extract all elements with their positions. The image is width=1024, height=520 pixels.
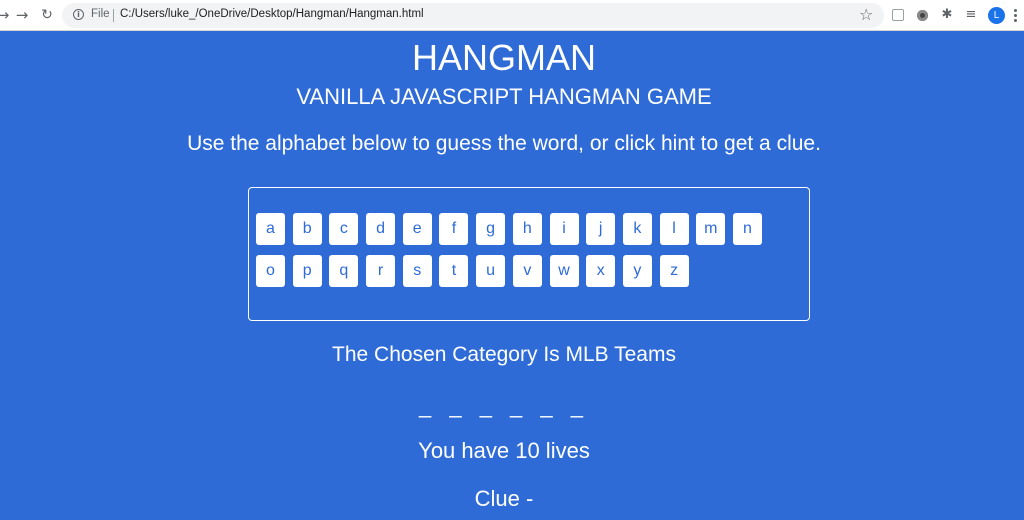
letter-key-l[interactable]: l — [659, 213, 689, 245]
alphabet-keyboard: abcdefghijklmn opqrstuvwxyz — [248, 187, 810, 321]
letter-key-e[interactable]: e — [402, 213, 432, 245]
bookmark-star-icon[interactable]: ☆ — [859, 5, 873, 24]
letter-key-x[interactable]: x — [586, 255, 616, 287]
reload-icon[interactable]: ↻ — [38, 6, 56, 24]
url-separator — [113, 9, 114, 22]
puzzle-icon[interactable]: ✱ — [939, 7, 955, 23]
letter-key-u[interactable]: u — [476, 255, 506, 287]
category-text: The Chosen Category Is MLB Teams — [332, 343, 676, 366]
letter-key-b[interactable]: b — [292, 213, 322, 245]
word-blanks: _ _ _ _ _ _ — [419, 393, 589, 418]
letter-key-w[interactable]: w — [549, 255, 579, 287]
back-arrow-icon[interactable]: → — [0, 6, 12, 24]
letter-key-o[interactable]: o — [256, 255, 285, 287]
clue-text: Clue - — [474, 486, 534, 511]
letter-key-i[interactable]: i — [549, 213, 579, 245]
profile-avatar[interactable]: L — [988, 7, 1005, 24]
letter-key-z[interactable]: z — [659, 255, 689, 287]
letter-key-j[interactable]: j — [586, 213, 616, 245]
letter-key-h[interactable]: h — [512, 213, 542, 245]
kebab-menu-icon[interactable] — [1014, 9, 1017, 22]
letter-key-f[interactable]: f — [439, 213, 469, 245]
browser-toolbar: → → ↻ i File C:/Users/luke_/OneDrive/Des… — [0, 0, 1024, 31]
letter-key-m[interactable]: m — [696, 213, 726, 245]
playlist-icon[interactable]: ≡ — [963, 7, 979, 23]
url-scheme-label: File — [91, 8, 110, 20]
forward-arrow-icon[interactable]: → — [13, 6, 31, 24]
letter-key-p[interactable]: p — [292, 255, 322, 287]
letter-key-y[interactable]: y — [622, 255, 652, 287]
alphabet-row-1: abcdefghijklmn — [256, 213, 770, 245]
page-title: HANGMAN — [411, 37, 596, 78]
info-icon[interactable]: i — [73, 9, 84, 20]
letter-key-q[interactable]: q — [329, 255, 359, 287]
address-bar[interactable]: i File C:/Users/luke_/OneDrive/Desktop/H… — [62, 3, 884, 28]
media-icon[interactable] — [917, 10, 928, 21]
extension-icon[interactable] — [892, 9, 904, 21]
letter-key-k[interactable]: k — [622, 213, 652, 245]
alphabet-row-2: opqrstuvwxyz — [256, 255, 696, 287]
letter-key-n[interactable]: n — [732, 213, 762, 245]
letter-key-r[interactable]: r — [366, 255, 396, 287]
letter-key-a[interactable]: a — [256, 213, 285, 245]
letter-key-g[interactable]: g — [476, 213, 506, 245]
letter-key-c[interactable]: c — [329, 213, 359, 245]
page-subtitle: VANILLA JAVASCRIPT HANGMAN GAME — [296, 84, 712, 109]
page-content: HANGMAN VANILLA JAVASCRIPT HANGMAN GAME … — [0, 31, 1024, 520]
letter-key-s[interactable]: s — [402, 255, 432, 287]
lives-counter: You have 10 lives — [418, 438, 590, 463]
url-text[interactable]: C:/Users/luke_/OneDrive/Desktop/Hangman/… — [120, 8, 424, 20]
letter-key-t[interactable]: t — [439, 255, 469, 287]
letter-key-v[interactable]: v — [512, 255, 542, 287]
letter-key-d[interactable]: d — [366, 213, 396, 245]
instructions-text: Use the alphabet below to guess the word… — [187, 132, 821, 155]
